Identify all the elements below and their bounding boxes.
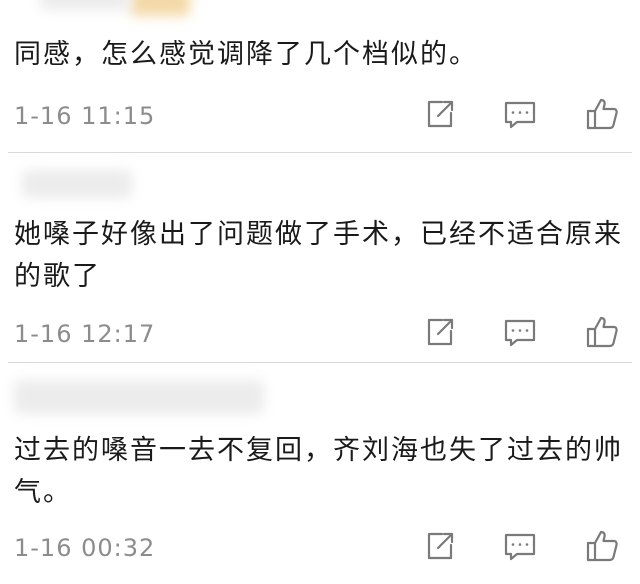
- reply-icon[interactable]: [502, 96, 538, 132]
- comment-text: 她嗓子好像出了问题做了手术，已经不适合原来的歌了: [14, 219, 623, 292]
- comment-timestamp: 1-16 00:32: [14, 534, 156, 562]
- reply-icon[interactable]: [502, 528, 538, 564]
- share-icon[interactable]: [422, 314, 458, 350]
- comment-divider: [8, 152, 632, 153]
- comment-divider: [8, 362, 632, 363]
- comment-timestamp: 1-16 11:15: [14, 102, 156, 130]
- comment-meta: 1-16 12:17: [0, 314, 640, 354]
- comment-meta: 1-16 11:15: [0, 96, 640, 136]
- share-icon[interactable]: [422, 528, 458, 564]
- blurred-username: [40, 0, 130, 10]
- reply-icon[interactable]: [502, 314, 538, 350]
- blurred-username: [14, 380, 264, 414]
- comment-meta: 1-16 00:32: [0, 528, 640, 568]
- comment-text: 同感，怎么感觉调降了几个档似的。: [14, 39, 478, 70]
- blurred-username: [22, 170, 132, 198]
- like-icon[interactable]: [584, 314, 620, 350]
- share-icon[interactable]: [422, 96, 458, 132]
- blurred-username: [130, 0, 190, 16]
- comment-text: 过去的嗓音一去不复回，齐刘海也失了过去的帅气。: [14, 435, 623, 508]
- comment-timestamp: 1-16 12:17: [14, 320, 156, 348]
- like-icon[interactable]: [584, 96, 620, 132]
- like-icon[interactable]: [584, 528, 620, 564]
